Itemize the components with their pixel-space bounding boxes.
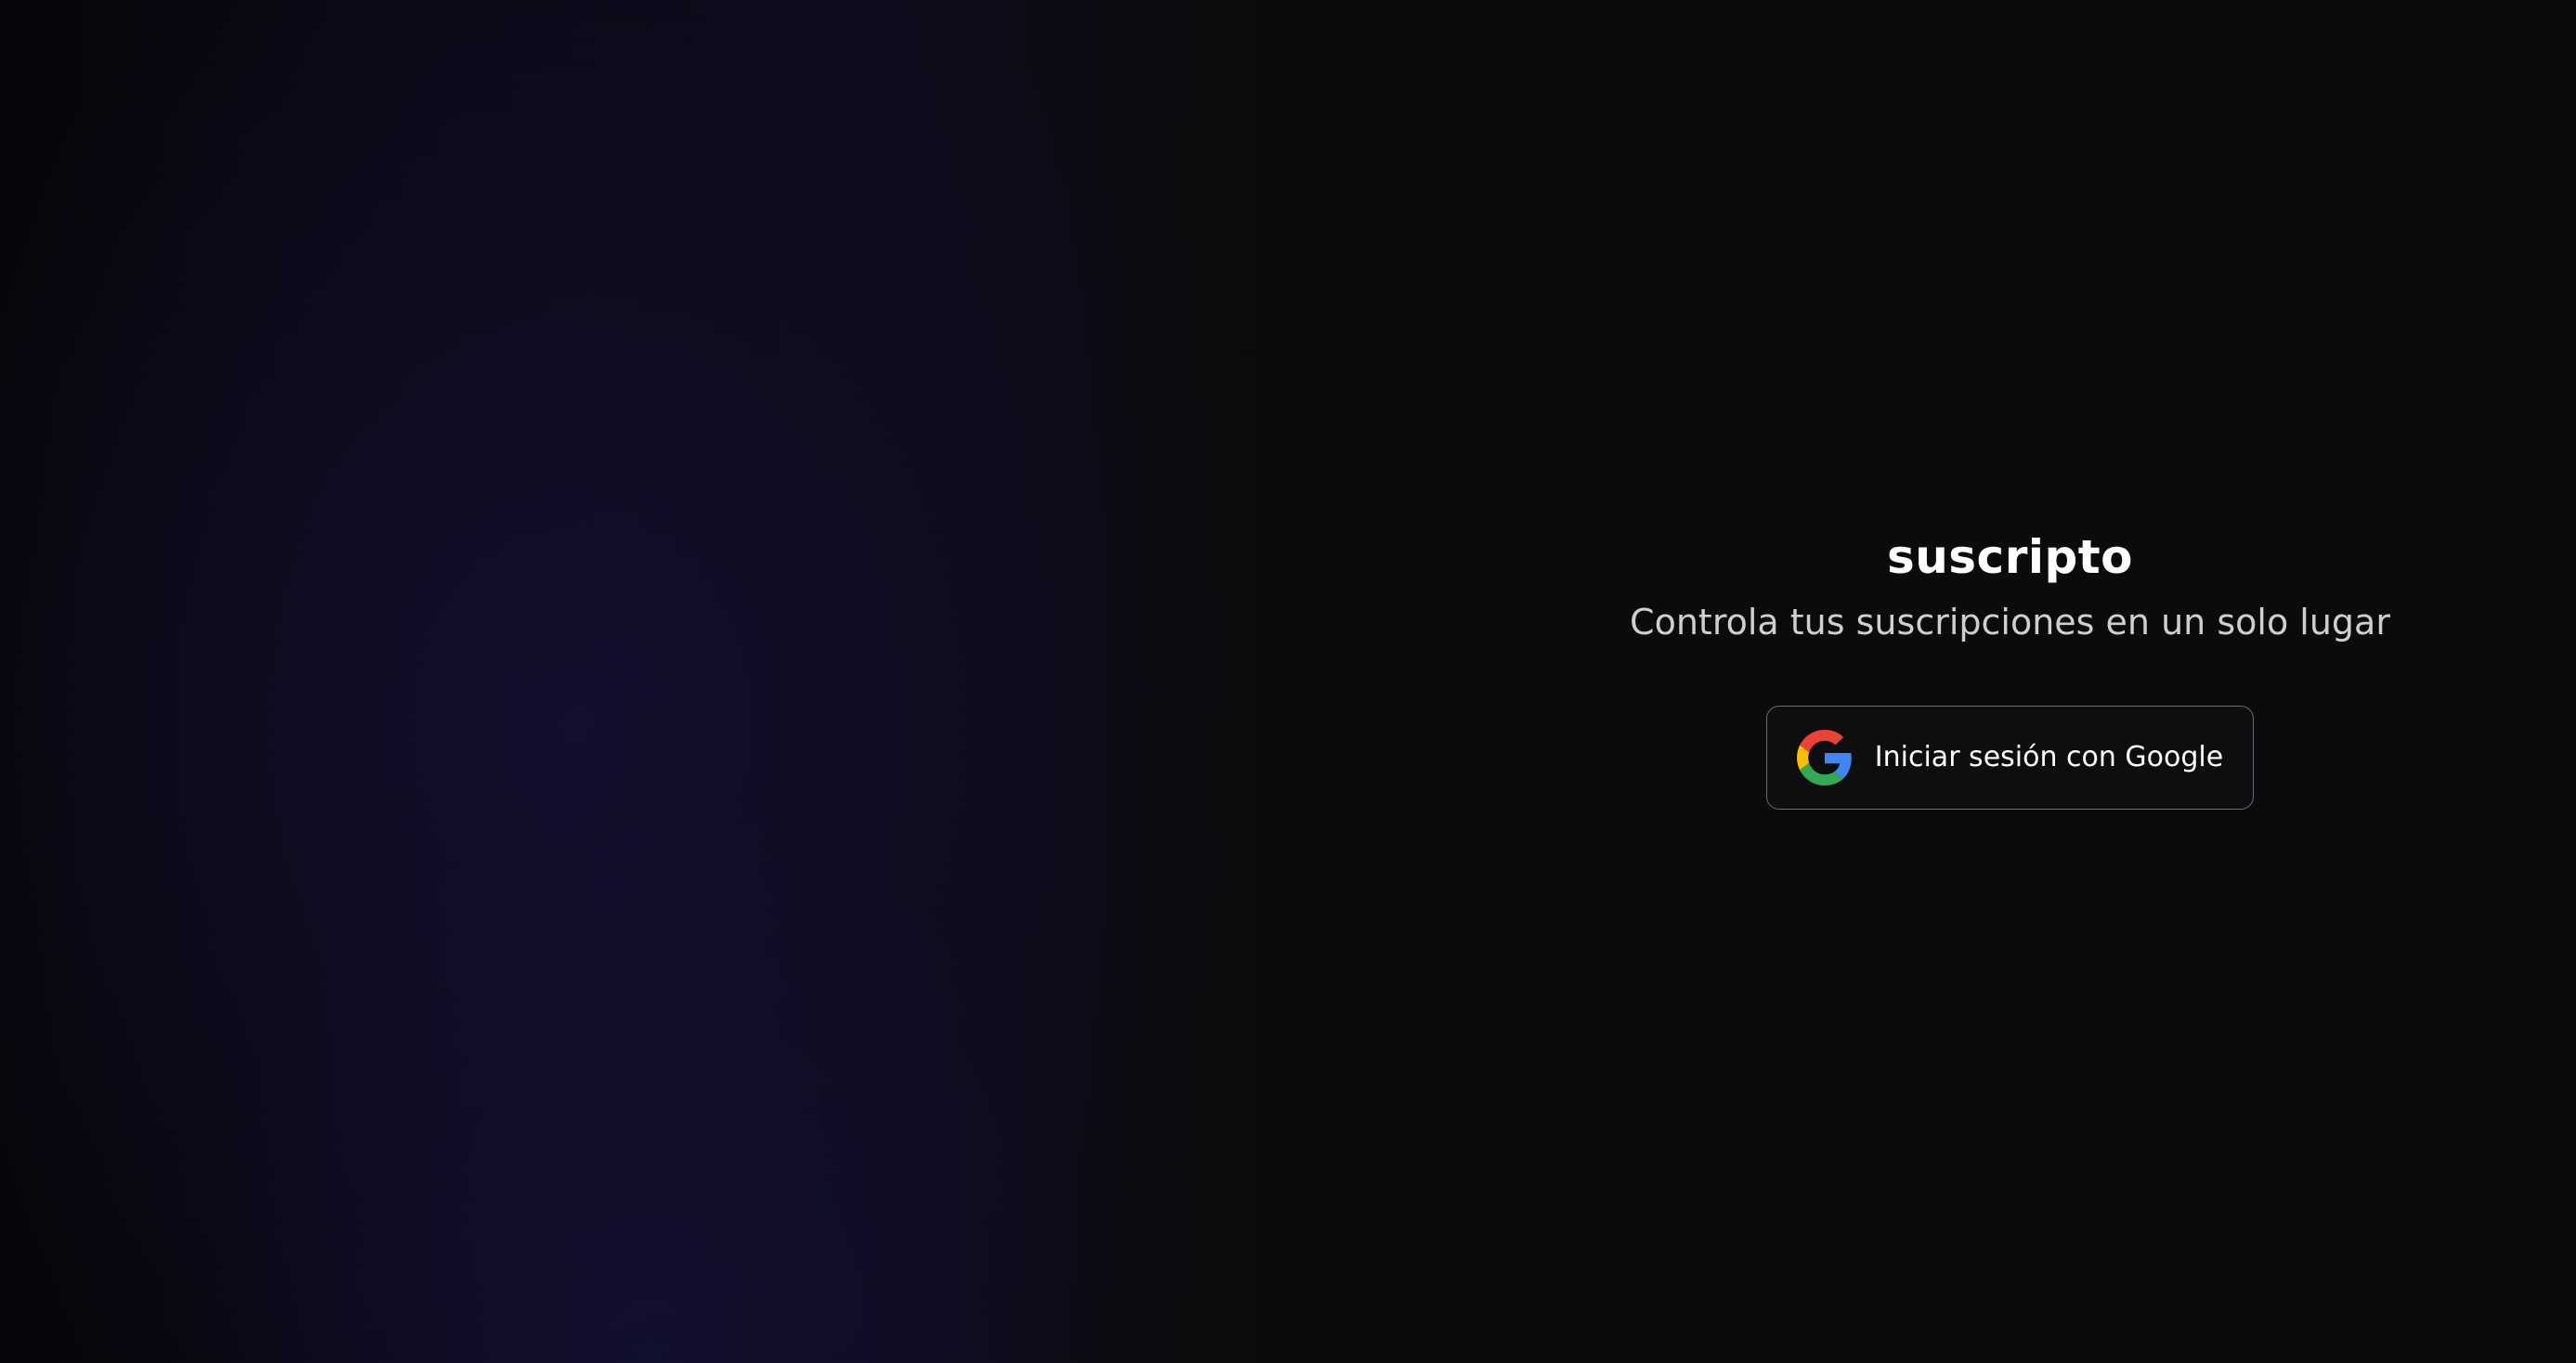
google-sign-in-label: Iniciar sesión con Google (1874, 741, 2224, 774)
hero-gradient-panel (0, 0, 1288, 1363)
brand-title: suscripto (1886, 530, 2134, 584)
login-content: suscripto Controla tus suscripciones en … (1546, 529, 2475, 810)
login-panel: suscripto Controla tus suscripciones en … (1288, 0, 2576, 1363)
login-page: suscripto Controla tus suscripciones en … (0, 0, 2576, 1363)
hero-fade-edge (1065, 0, 1288, 1363)
tagline: Controla tus suscripciones en un solo lu… (1630, 602, 2390, 643)
google-icon (1796, 729, 1852, 785)
google-sign-in-button[interactable]: Iniciar sesión con Google (1765, 705, 2255, 810)
